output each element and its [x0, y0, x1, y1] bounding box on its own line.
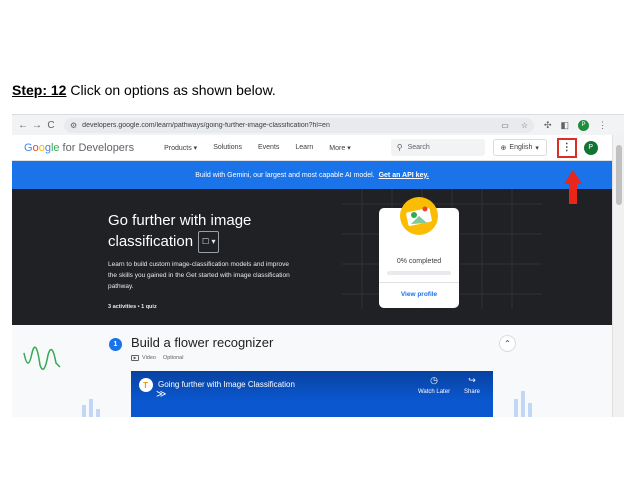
nav-events[interactable]: Events — [258, 144, 279, 152]
search-placeholder: Search — [407, 144, 430, 151]
language-select[interactable]: ⊕ English ▾ — [492, 139, 547, 156]
logo-letter: G — [24, 141, 33, 154]
tensorflow-icon: T — [143, 381, 148, 390]
nav-solutions[interactable]: Solutions — [213, 144, 242, 152]
pathway-hero: Go further with image classification ☐ ▾ … — [12, 189, 612, 325]
bookmark-button[interactable]: ☐ ▾ — [198, 231, 220, 253]
pathway-meta: 3 activities • 1 quiz — [108, 304, 157, 310]
promo-banner: Build with Gemini, our largest and most … — [12, 161, 612, 189]
share-label: Share — [463, 389, 480, 395]
view-profile-link[interactable]: View profile — [379, 291, 459, 298]
browser-toolbar: ← → C ⚙ developers.google.com/learn/path… — [12, 115, 624, 135]
banner-link[interactable]: Get an API key. — [379, 172, 429, 179]
progress-card: 0% completed View profile — [379, 197, 459, 308]
progress-bar — [387, 271, 451, 275]
pathway-title-text: Go further with image classification — [108, 212, 252, 250]
clock-icon: ◷ — [430, 375, 438, 385]
activity-type: Video — [142, 355, 156, 361]
banner-text: Build with Gemini, our largest and most … — [195, 171, 375, 179]
install-icon[interactable]: ▭ — [501, 121, 509, 130]
bookmark-star-icon[interactable]: ☆ — [521, 121, 528, 130]
pathway-badge-icon — [400, 197, 438, 235]
pathway-title: Go further with image classification ☐ ▾ — [108, 211, 308, 253]
scrollbar-thumb[interactable] — [616, 145, 622, 205]
options-menu-button[interactable]: ⋮ — [556, 137, 577, 158]
language-value: English — [509, 144, 533, 151]
chevron-down-icon: ▾ — [535, 144, 539, 152]
sidebar-icon[interactable]: ◧ — [561, 120, 570, 131]
search-input[interactable]: ⚲ Search — [390, 139, 485, 156]
wave-decoration-icon — [23, 346, 61, 370]
nav-learn[interactable]: Learn — [295, 144, 313, 152]
share-icon: ↪ — [468, 375, 476, 385]
tutorial-page: Step: 12 Click on options as shown below… — [0, 0, 638, 493]
red-arrow-annotation-icon — [564, 170, 582, 204]
watch-later-button[interactable]: ◷ Watch Later — [417, 375, 451, 395]
site-settings-icon[interactable]: ⚙ — [70, 121, 77, 130]
address-bar[interactable]: ⚙ developers.google.com/learn/pathways/g… — [64, 117, 534, 133]
browser-menu-icon[interactable]: ⋮ — [598, 120, 607, 131]
step-instruction: Click on options as shown below. — [66, 82, 276, 98]
pathway-content: 1 Build a flower recognizer ▶ Video Opti… — [12, 325, 612, 417]
activity-number-badge: 1 — [109, 338, 122, 351]
watch-later-label: Watch Later — [417, 389, 451, 395]
nav-more[interactable]: More ▾ — [329, 144, 350, 152]
user-avatar[interactable]: P — [583, 140, 598, 155]
bar-decoration-icon — [514, 391, 532, 417]
activity-meta: ▶ Video Optional — [131, 355, 183, 361]
activity-title: Build a flower recognizer — [131, 335, 274, 350]
reload-button[interactable]: C — [44, 120, 58, 131]
activity-optional: Optional — [162, 355, 184, 361]
progress-text: 0% completed — [396, 258, 442, 265]
channel-logo-icon[interactable]: T — [139, 378, 153, 392]
browser-profile-avatar[interactable]: P — [578, 119, 590, 131]
nav-products[interactable]: Products ▾ — [164, 144, 197, 152]
site-logo[interactable]: Google for Developers — [24, 142, 134, 154]
site-header: Google for Developers Products ▾ Solutio… — [12, 135, 612, 161]
video-icon: ▶ — [131, 355, 139, 361]
logo-suffix: for Developers — [59, 141, 135, 154]
back-button[interactable]: ← — [16, 120, 30, 131]
video-title[interactable]: Going further with Image Classification — [158, 380, 295, 389]
page-scrollbar[interactable] — [612, 135, 624, 417]
browser-actions: ✣ ◧ P ⋮ — [544, 119, 607, 131]
chevron-icon: ≫ — [156, 389, 167, 400]
site-nav: Products ▾ Solutions Events Learn More ▾ — [164, 144, 351, 152]
bar-decoration-icon — [82, 399, 100, 417]
step-caption: Step: 12 Click on options as shown below… — [12, 82, 312, 99]
share-button[interactable]: ↪ Share — [457, 375, 487, 395]
extensions-icon[interactable]: ✣ — [544, 120, 552, 131]
url-text: developers.google.com/learn/pathways/goi… — [82, 121, 330, 129]
search-icon: ⚲ — [396, 143, 403, 152]
globe-icon: ⊕ — [500, 144, 507, 152]
collapse-button[interactable]: ⌃ — [499, 335, 516, 352]
browser-screenshot: ← → C ⚙ developers.google.com/learn/path… — [12, 114, 624, 417]
pathway-description: Learn to build custom image-classificati… — [108, 261, 290, 290]
forward-button[interactable]: → — [30, 120, 44, 131]
logo-letter: le — [50, 141, 60, 154]
video-player[interactable]: T Going further with Image Classificatio… — [131, 371, 493, 417]
card-divider — [379, 282, 459, 283]
step-label: Step: 12 — [12, 82, 67, 98]
